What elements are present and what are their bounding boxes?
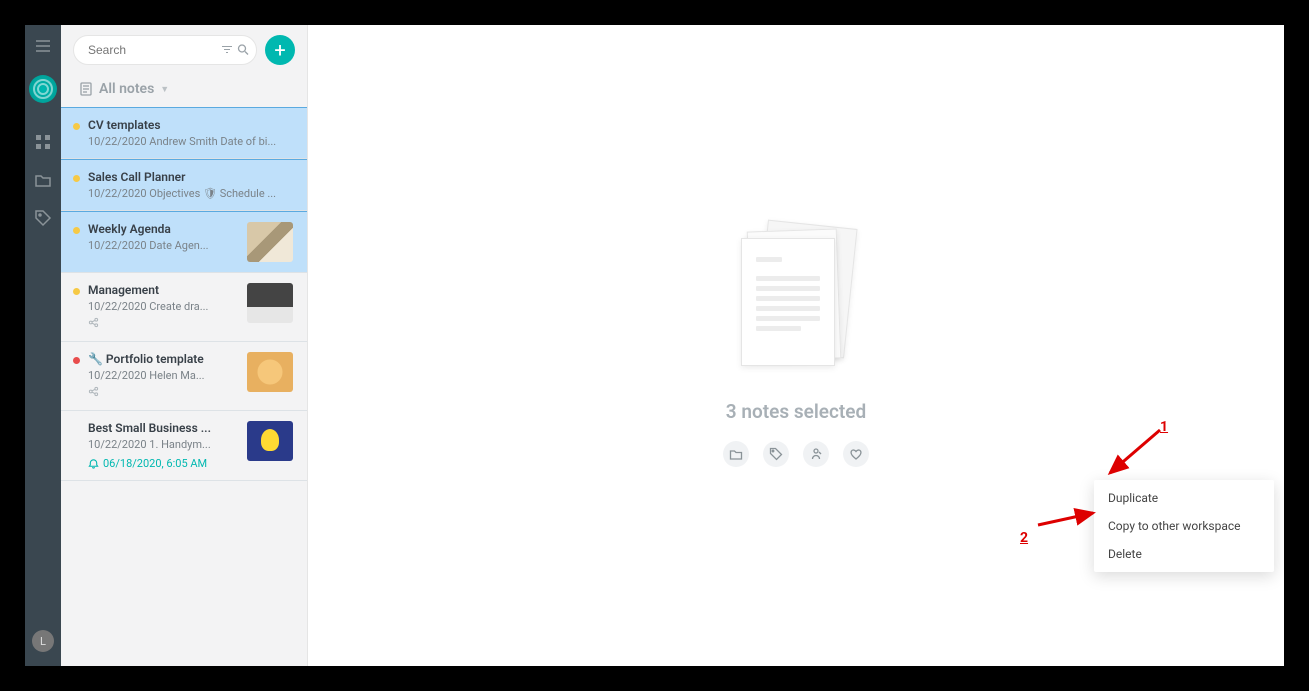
note-thumbnail xyxy=(247,283,293,323)
main-panel: 3 notes selected DuplicateCopy to other … xyxy=(308,25,1284,666)
search-box xyxy=(73,35,257,65)
sidebar: + All notes ▼ CV templates 10/22/2020 And… xyxy=(61,25,308,666)
note-title: Best Small Business ... xyxy=(88,421,239,435)
tag-button[interactable] xyxy=(763,441,789,467)
notes-header-label: All notes xyxy=(99,81,154,97)
note-item[interactable]: Management 10/22/2020 Create dra... xyxy=(61,273,307,342)
note-body: Best Small Business ... 10/22/2020 1. Han… xyxy=(88,421,239,470)
note-status-dot xyxy=(73,123,80,130)
note-snippet: 10/22/2020 Date Agen... xyxy=(88,239,239,252)
note-thumbnail xyxy=(247,352,293,392)
note-snippet: 10/22/2020 Objectives 🛡 Schedule ... xyxy=(88,187,293,200)
filter-icon[interactable] xyxy=(221,41,233,60)
note-snippet: 10/22/2020 1. Handym... xyxy=(88,438,239,451)
note-snippet: 10/22/2020 Helen Ma... xyxy=(88,369,239,382)
notes-stack-icon xyxy=(741,224,851,374)
note-body: Weekly Agenda 10/22/2020 Date Agen... xyxy=(88,222,239,262)
app-logo-icon[interactable] xyxy=(29,75,57,103)
annotation-2: 2 xyxy=(1020,530,1028,546)
note-body: 🔧 Portfolio template 10/22/2020 Helen Ma.… xyxy=(88,352,239,400)
note-snippet: 10/22/2020 Create dra... xyxy=(88,300,239,313)
search-icon[interactable] xyxy=(237,41,249,60)
note-item[interactable]: 🔧 Portfolio template 10/22/2020 Helen Ma.… xyxy=(61,342,307,411)
note-status-dot xyxy=(73,175,80,182)
note-body: Management 10/22/2020 Create dra... xyxy=(88,283,239,331)
note-thumbnail xyxy=(247,222,293,262)
tag-icon[interactable] xyxy=(34,209,52,227)
context-menu-item[interactable]: Delete xyxy=(1094,540,1274,568)
selection-count-label: 3 notes selected xyxy=(726,400,866,423)
favorite-button[interactable] xyxy=(843,441,869,467)
share-icon xyxy=(88,317,239,331)
context-menu-item[interactable]: Copy to other workspace xyxy=(1094,512,1274,540)
add-note-button[interactable]: + xyxy=(265,35,295,65)
note-body: Sales Call Planner 10/22/2020 Objectives … xyxy=(88,170,293,200)
notes-list-header[interactable]: All notes ▼ xyxy=(61,73,307,107)
note-title: Sales Call Planner xyxy=(88,170,293,184)
action-row xyxy=(723,441,869,467)
note-thumbnail xyxy=(247,421,293,461)
folder-icon[interactable] xyxy=(34,171,52,189)
note-reminder: 06/18/2020, 6:05 AM xyxy=(88,457,239,470)
chevron-down-icon: ▼ xyxy=(160,84,169,95)
notes-list[interactable]: CV templates 10/22/2020 Andrew Smith Date… xyxy=(61,107,307,666)
note-snippet: 10/22/2020 Andrew Smith Date of bi... xyxy=(88,135,293,148)
grid-icon[interactable] xyxy=(34,133,52,151)
note-status-dot xyxy=(73,227,80,234)
note-body: CV templates 10/22/2020 Andrew Smith Date… xyxy=(88,118,293,148)
note-item[interactable]: CV templates 10/22/2020 Andrew Smith Date… xyxy=(61,107,307,159)
note-item[interactable]: Weekly Agenda 10/22/2020 Date Agen... xyxy=(61,211,307,273)
note-title: CV templates xyxy=(88,118,293,132)
note-status-dot xyxy=(73,357,80,364)
avatar[interactable]: L xyxy=(32,630,54,652)
share-button[interactable] xyxy=(803,441,829,467)
context-menu-item[interactable]: Duplicate xyxy=(1094,484,1274,512)
app-window: L + All notes ▼ CV templates 10/22/2020 A… xyxy=(25,25,1284,666)
note-title: Management xyxy=(88,283,239,297)
note-item[interactable]: Best Small Business ... 10/22/2020 1. Han… xyxy=(61,411,307,481)
annotation-1: 1 xyxy=(1160,419,1168,435)
note-item[interactable]: Sales Call Planner 10/22/2020 Objectives … xyxy=(61,159,307,211)
move-folder-button[interactable] xyxy=(723,441,749,467)
note-status-dot xyxy=(73,288,80,295)
note-title: 🔧 Portfolio template xyxy=(88,352,239,366)
left-rail: L xyxy=(25,25,61,666)
note-title: Weekly Agenda xyxy=(88,222,239,236)
context-menu: DuplicateCopy to other workspaceDelete xyxy=(1094,480,1274,572)
hamburger-icon[interactable] xyxy=(34,37,52,55)
share-icon xyxy=(88,386,239,400)
